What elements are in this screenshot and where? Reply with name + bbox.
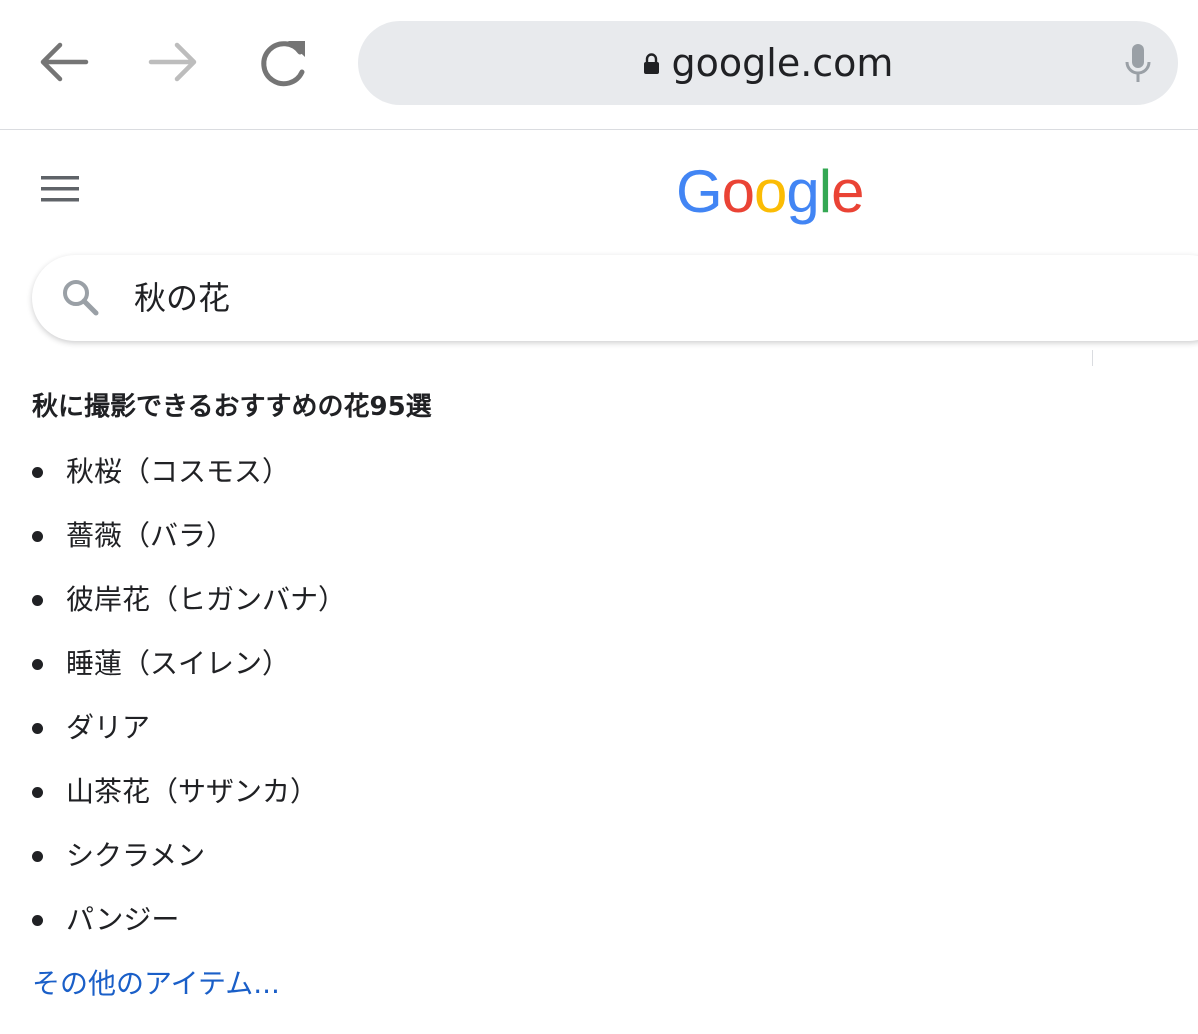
list-item: 秋桜（コスモス）	[32, 440, 346, 504]
list-item-text: 彼岸花（ヒガンバナ）	[66, 583, 347, 616]
reload-icon	[261, 41, 305, 87]
logo-letter: e	[831, 158, 864, 225]
list-item-text: ダリア	[66, 711, 151, 744]
snippet-title: 秋に撮影できるおすすめの花95選	[32, 392, 432, 422]
logo-letter: G	[676, 158, 723, 225]
logo-letter: g	[786, 158, 819, 225]
search-input[interactable]: 秋の花	[134, 255, 230, 341]
list-item: ダリア	[32, 696, 346, 760]
lock-icon	[643, 53, 659, 74]
list-item: シクラメン	[32, 824, 346, 888]
list-item: 山茶花（サザンカ）	[32, 760, 346, 824]
list-item-text: 薔薇（バラ）	[66, 519, 235, 552]
google-logo[interactable]: Google	[676, 152, 865, 232]
list-item-text: パンジー	[66, 903, 180, 936]
logo-letter: o	[754, 158, 787, 225]
bullet-icon	[32, 915, 43, 926]
bullet-icon	[32, 531, 43, 542]
bullet-icon	[32, 787, 43, 798]
list-item-text: 秋桜（コスモス）	[66, 455, 291, 488]
divider	[1092, 350, 1093, 366]
list-item: 彼岸花（ヒガンバナ）	[32, 568, 346, 632]
snippet-list: 秋桜（コスモス） 薔薇（バラ） 彼岸花（ヒガンバナ） 睡蓮（スイレン） ダリア山茶花（サ…	[32, 440, 346, 952]
search-box[interactable]: 秋の花	[32, 255, 1198, 341]
bullet-icon	[32, 851, 43, 862]
bullet-icon	[32, 723, 43, 734]
logo-letter: o	[721, 158, 755, 225]
arrow-right-icon	[148, 42, 197, 82]
forward-button[interactable]	[141, 30, 205, 94]
reload-button[interactable]	[252, 30, 316, 94]
hamburger-menu-icon[interactable]	[41, 175, 79, 203]
address-bar[interactable]: google.com	[358, 21, 1178, 105]
back-button[interactable]	[32, 30, 96, 94]
list-item: 睡蓮（スイレン）	[32, 632, 346, 696]
url-text: google.com	[671, 41, 894, 85]
microphone-icon[interactable]	[1124, 42, 1152, 84]
list-item-text: シクラメン	[66, 839, 206, 872]
browser-toolbar: google.com	[0, 0, 1198, 130]
bullet-icon	[32, 595, 43, 606]
bullet-icon	[32, 659, 43, 670]
logo-letter: l	[818, 158, 832, 225]
list-item: パンジー	[32, 888, 346, 952]
list-item-text: 山茶花（サザンカ）	[66, 775, 319, 808]
arrow-left-icon	[40, 42, 89, 82]
search-icon[interactable]	[60, 277, 100, 317]
list-item-text: 睡蓮（スイレン）	[66, 647, 291, 680]
more-items-link[interactable]: その他のアイテム...	[32, 962, 280, 1006]
list-item: 薔薇（バラ）	[32, 504, 346, 568]
bullet-icon	[32, 467, 43, 478]
